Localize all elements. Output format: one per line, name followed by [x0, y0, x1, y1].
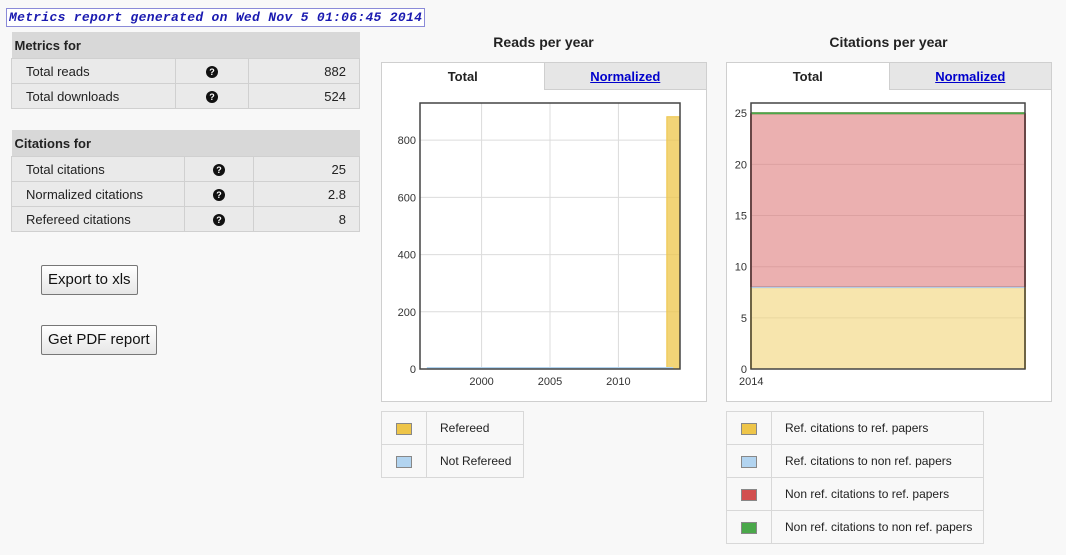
- help-icon[interactable]: ?: [213, 164, 225, 177]
- y-tick-label: 5: [741, 313, 747, 325]
- citations-legend: Ref. citations to ref. papers Ref. citat…: [726, 411, 984, 544]
- legend-label: Non ref. citations to ref. papers: [771, 477, 984, 511]
- reads-legend: Refereed Not Refereed: [381, 411, 524, 478]
- report-header: Metrics report generated on Wed Nov 5 01…: [6, 8, 426, 27]
- y-tick-label: 600: [398, 192, 416, 204]
- tab-normalized[interactable]: Normalized: [543, 63, 706, 90]
- citations-chart-panel: Total Normalized 0 5 10 15 20 25 2014: [726, 62, 1052, 402]
- metric-label: Normalized citations: [11, 181, 185, 207]
- legend-label: Refereed: [426, 411, 524, 445]
- reads-chart-tabs: Total Normalized: [382, 63, 706, 90]
- reads-chart: 0 200 400 600 800 2000 2005 2010: [398, 102, 681, 388]
- citations-chart-title: Citations per year: [829, 34, 948, 50]
- area: [751, 113, 1025, 288]
- reads-chart-title: Reads per year: [493, 34, 594, 50]
- x-tick-label: 2010: [606, 376, 630, 388]
- legend-item: Not Refereed: [381, 444, 524, 478]
- tab-normalized[interactable]: Normalized: [888, 63, 1051, 90]
- legend-swatch-not-refereed: [396, 455, 412, 468]
- metric-label: Total citations: [11, 156, 185, 182]
- metric-value: 8: [253, 206, 360, 232]
- x-tick-label: 2000: [469, 376, 493, 388]
- legend-label: Non ref. citations to non ref. papers: [771, 510, 984, 544]
- citations-chart-tabs: Total Normalized: [727, 63, 1051, 90]
- legend-item: Ref. citations to ref. papers: [726, 411, 984, 445]
- help-icon-cell[interactable]: ?: [175, 58, 249, 84]
- metric-label: Refereed citations: [11, 206, 185, 232]
- y-tick-label: 20: [735, 159, 747, 171]
- help-icon-cell[interactable]: ?: [184, 206, 254, 232]
- bar: [666, 116, 681, 370]
- export-xls-button[interactable]: Export to xls: [41, 265, 138, 295]
- table-row: Total reads ? 882: [11, 58, 360, 84]
- help-icon[interactable]: ?: [206, 66, 218, 79]
- table-row: Total downloads ? 524: [11, 83, 360, 109]
- help-icon-cell[interactable]: ?: [184, 156, 254, 182]
- metric-value: 882: [248, 58, 360, 84]
- tab-total[interactable]: Total: [727, 63, 889, 90]
- reads-chart-panel: Total Normalized 0 200 400 600 800 2000 2005 20…: [381, 62, 707, 402]
- metric-label: Total reads: [11, 58, 176, 84]
- help-icon[interactable]: ?: [206, 91, 218, 104]
- legend-item: Refereed: [381, 411, 524, 445]
- legend-swatch-ref-to-ref: [741, 422, 757, 435]
- x-tick-label: 2014: [739, 376, 763, 388]
- legend-item: Non ref. citations to ref. papers: [726, 477, 984, 511]
- metric-value: 2.8: [253, 181, 360, 207]
- metric-value: 25: [253, 156, 360, 182]
- citations-metrics-table: Citations for Total citations ? 25 Norma…: [11, 130, 360, 232]
- legend-swatch-nonref-to-nonref: [741, 521, 757, 534]
- legend-item: Ref. citations to non ref. papers: [726, 444, 984, 478]
- y-tick-label: 25: [735, 108, 747, 120]
- citations-chart: 0 5 10 15 20 25 2014: [735, 102, 1026, 388]
- legend-label: Ref. citations to non ref. papers: [771, 444, 984, 478]
- help-icon[interactable]: ?: [213, 189, 225, 202]
- reads-table-heading: Metrics for: [11, 32, 360, 59]
- get-pdf-report-button[interactable]: Get PDF report: [41, 325, 157, 355]
- tab-total[interactable]: Total: [382, 63, 544, 90]
- x-tick-label: 2005: [538, 376, 562, 388]
- area: [751, 287, 1025, 369]
- table-row: Normalized citations ? 2.8: [11, 181, 360, 207]
- legend-swatch-nonref-to-ref: [741, 488, 757, 501]
- table-row: Total citations ? 25: [11, 156, 360, 182]
- legend-item: Non ref. citations to non ref. papers: [726, 510, 984, 544]
- y-tick-label: 0: [410, 364, 416, 376]
- y-tick-label: 15: [735, 211, 747, 223]
- metric-value: 524: [248, 83, 360, 109]
- legend-label: Not Refereed: [426, 444, 524, 478]
- help-icon-cell[interactable]: ?: [184, 181, 254, 207]
- y-tick-label: 0: [741, 364, 747, 376]
- help-icon-cell[interactable]: ?: [175, 83, 249, 109]
- y-tick-label: 200: [398, 307, 416, 319]
- reads-metrics-table: Metrics for Total reads ? 882 Total down…: [11, 32, 360, 109]
- help-icon[interactable]: ?: [213, 214, 225, 227]
- legend-label: Ref. citations to ref. papers: [771, 411, 984, 445]
- metric-label: Total downloads: [11, 83, 176, 109]
- y-tick-label: 400: [398, 250, 416, 262]
- citations-table-heading: Citations for: [11, 130, 360, 157]
- y-tick-label: 800: [398, 135, 416, 147]
- y-tick-label: 10: [735, 262, 747, 274]
- legend-swatch-ref-to-nonref: [741, 455, 757, 468]
- legend-swatch-refereed: [396, 422, 412, 435]
- table-row: Refereed citations ? 8: [11, 206, 360, 232]
